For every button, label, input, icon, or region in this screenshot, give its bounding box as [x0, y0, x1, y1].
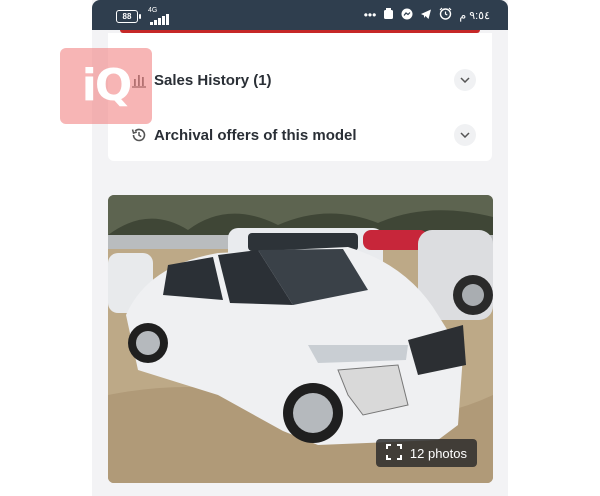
status-bar: 88 4G ••• ٩:٥٤ م [92, 0, 508, 30]
telegram-icon [420, 8, 432, 23]
fullscreen-icon [385, 443, 402, 463]
alarm-icon [439, 7, 452, 23]
clock: ٩:٥٤ م [459, 9, 490, 22]
watermark-logo: iQ [60, 48, 152, 124]
messenger-icon [401, 8, 413, 23]
signal-icon [150, 14, 169, 25]
car-photo[interactable]: 12 photos [108, 195, 493, 483]
more-dots-icon: ••• [363, 8, 377, 22]
details-card: Sales History (1) Archival offers of thi… [108, 33, 492, 161]
history-icon [130, 126, 148, 144]
chevron-down-icon[interactable] [454, 69, 476, 91]
archival-offers-row[interactable]: Archival offers of this model [108, 115, 492, 155]
photo-count-label: 12 photos [409, 445, 467, 461]
archival-offers-label: Archival offers of this model [154, 126, 357, 144]
sales-history-row[interactable]: Sales History (1) [108, 60, 492, 100]
notification-icon [383, 7, 394, 23]
sales-history-label: Sales History (1) [154, 71, 272, 89]
battery-indicator: 88 [116, 10, 141, 23]
chevron-down-icon[interactable] [454, 124, 476, 146]
app-screen: 88 4G ••• ٩:٥٤ م Sales History (1) Archi… [92, 0, 508, 496]
status-right-group: ••• ٩:٥٤ م [364, 7, 490, 23]
photo-count-badge[interactable]: 12 photos [375, 439, 477, 467]
network-type: 4G [148, 7, 158, 14]
